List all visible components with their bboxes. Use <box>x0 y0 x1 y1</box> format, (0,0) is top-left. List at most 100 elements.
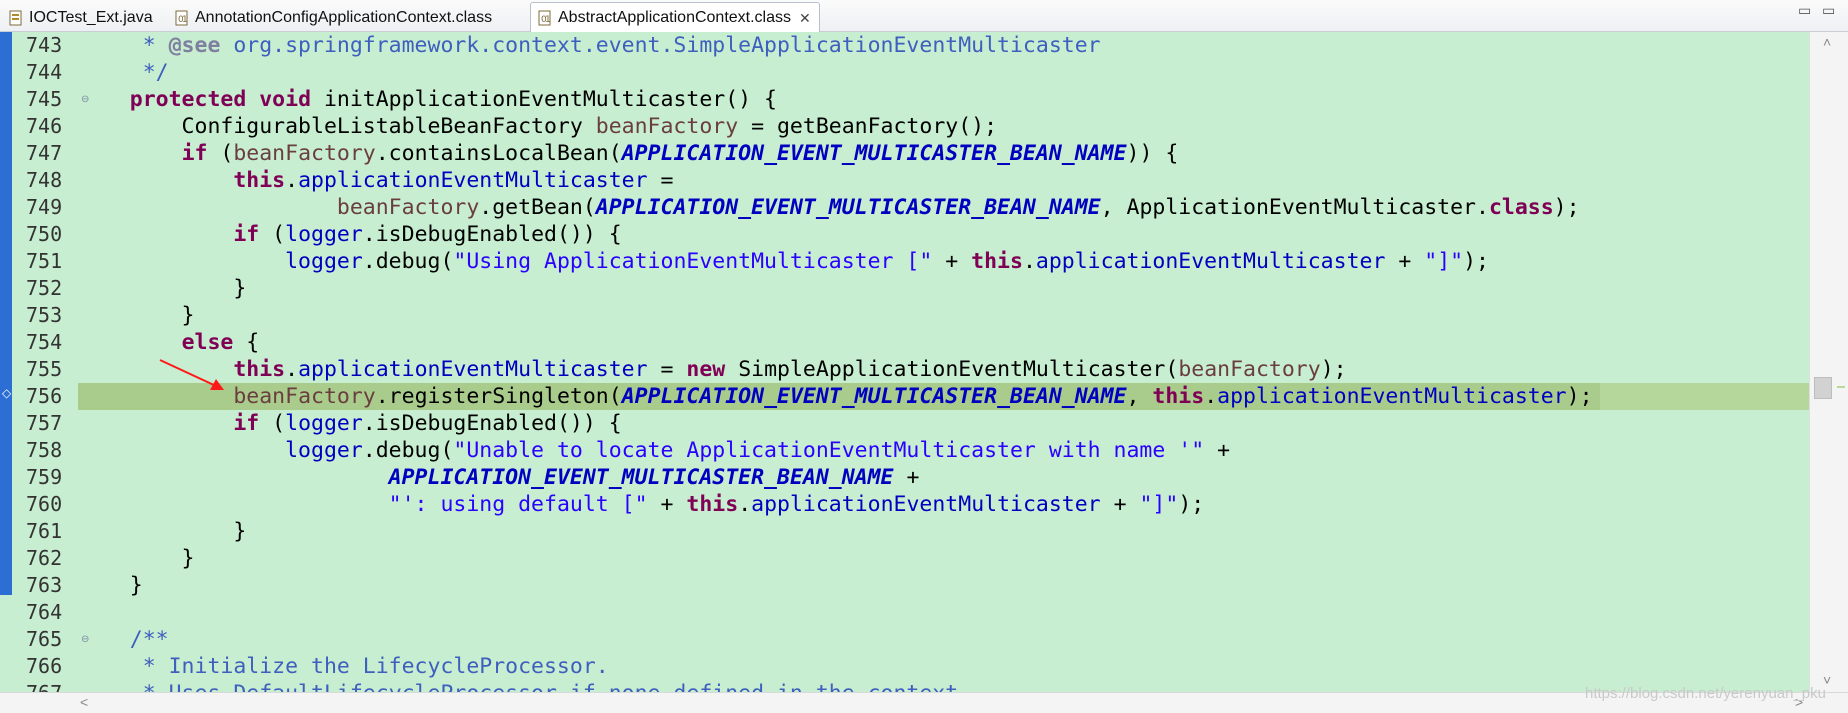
code-token: applicationEventMulticaster <box>1217 384 1567 409</box>
code-token: APPLICATION_EVENT_MULTICASTER_BEAN_NAME <box>621 141 1127 166</box>
code-token: this <box>686 492 739 517</box>
code-token: beanFactory <box>595 114 739 139</box>
vertical-scrollbar-thumb[interactable] <box>1814 377 1832 399</box>
code-line[interactable]: * @see org.springframework.context.event… <box>78 32 1101 59</box>
maximize-icon[interactable]: ▭ <box>1822 2 1835 19</box>
code-token: /** <box>78 627 169 652</box>
code-token: new <box>686 357 726 382</box>
line-number: 757 <box>26 411 63 435</box>
code-token: applicationEventMulticaster <box>298 168 648 193</box>
code-token: APPLICATION_EVENT_MULTICASTER_BEAN_NAME <box>595 195 1101 220</box>
code-token: ConfigurableListableBeanFactory <box>78 114 596 139</box>
code-token: ( <box>259 411 286 436</box>
watermark: https://blog.csdn.net/yerenyuan_pku <box>1585 685 1826 702</box>
code-token: } <box>78 573 143 598</box>
code-token: "]" <box>1424 249 1464 274</box>
code-line[interactable]: if (beanFactory.containsLocalBean(APPLIC… <box>78 140 1179 167</box>
line-number: 743 <box>26 33 63 57</box>
code-token: * Initialize the LifecycleProcessor. <box>78 654 609 679</box>
code-line[interactable]: } <box>78 275 246 302</box>
code-token: . <box>285 168 299 193</box>
code-token: this <box>233 357 286 382</box>
code-token: .debug( <box>362 438 454 463</box>
code-token: "Unable to locate ApplicationEventMultic… <box>453 438 1205 463</box>
code-token: .containsLocalBean( <box>375 141 622 166</box>
code-token: protected <box>129 87 247 112</box>
code-token: .getBean( <box>479 195 596 220</box>
code-token: + <box>1204 438 1231 463</box>
code-line[interactable]: */ <box>78 59 169 86</box>
line-number: 758 <box>26 438 63 462</box>
line-number: 749 <box>26 195 63 219</box>
close-icon[interactable]: ✕ <box>799 10 811 27</box>
code-line[interactable]: } <box>78 302 195 329</box>
code-line[interactable]: beanFactory.getBean(APPLICATION_EVENT_MU… <box>78 194 1580 221</box>
code-token: , <box>1126 384 1153 409</box>
code-token: else <box>181 330 234 355</box>
code-token: } <box>78 276 247 301</box>
code-line[interactable]: logger.debug("Using ApplicationEventMult… <box>78 248 1489 275</box>
code-line[interactable]: } <box>78 518 246 545</box>
line-number: 747 <box>26 141 63 165</box>
minimize-icon[interactable]: ▭ <box>1798 2 1811 19</box>
code-token: } <box>78 546 195 571</box>
code-token: = <box>647 168 674 193</box>
code-line[interactable]: } <box>78 545 195 572</box>
tab-abstract-application-context[interactable]: 01 AbstractApplicationContext.class ✕ <box>530 2 820 33</box>
code-token: class <box>1488 195 1554 220</box>
vertical-scrollbar[interactable]: ˄ ˅ <box>1809 32 1848 692</box>
horizontal-scrollbar[interactable]: < > <box>0 692 1848 713</box>
code-line[interactable]: "': using default [" + this.applicationE… <box>78 491 1205 518</box>
code-token: } <box>78 303 195 328</box>
code-line[interactable]: logger.debug("Unable to locate Applicati… <box>78 437 1230 464</box>
code-line[interactable]: if (logger.isDebugEnabled()) { <box>78 410 621 437</box>
code-line[interactable]: * Initialize the LifecycleProcessor. <box>78 653 609 680</box>
line-number: 765 <box>26 627 63 651</box>
line-number: 744 <box>26 60 63 84</box>
code-token: ); <box>1553 195 1580 220</box>
code-token: this <box>1152 384 1205 409</box>
line-number: 751 <box>26 249 63 273</box>
code-token: + <box>1385 249 1425 274</box>
tab-ioctest-ext-java[interactable]: IOCTest_Ext.java <box>2 3 161 32</box>
code-token: logger <box>285 411 363 436</box>
code-area[interactable]: * @see org.springframework.context.event… <box>78 32 1809 706</box>
code-line[interactable]: this.applicationEventMulticaster = <box>78 167 673 194</box>
code-token: = <box>647 357 687 382</box>
code-token: "': using default [" <box>388 492 648 517</box>
code-token: . <box>1022 249 1036 274</box>
code-line[interactable]: protected void initApplicationEventMulti… <box>78 86 777 113</box>
code-line[interactable]: } <box>78 572 143 599</box>
code-token: } <box>78 519 247 544</box>
code-line[interactable]: beanFactory.registerSingleton(APPLICATIO… <box>78 383 1592 410</box>
code-line[interactable]: APPLICATION_EVENT_MULTICASTER_BEAN_NAME … <box>78 464 920 491</box>
code-line[interactable]: /** <box>78 626 169 653</box>
code-token: { <box>1152 141 1179 166</box>
code-token: ( <box>259 222 286 247</box>
code-token: beanFactory <box>233 384 376 409</box>
line-number: 755 <box>26 357 63 381</box>
code-token: .registerSingleton( <box>375 384 622 409</box>
red-arrow-annotation <box>159 359 224 390</box>
code-token: + <box>647 492 687 517</box>
code-line[interactable]: this.applicationEventMulticaster = new S… <box>78 356 1347 383</box>
line-number: 753 <box>26 303 63 327</box>
code-line[interactable]: else { <box>78 329 260 356</box>
tab-annotation-config-application-context[interactable]: 01 AnnotationConfigApplicationContext.cl… <box>168 3 500 32</box>
scroll-up-icon[interactable]: ˄ <box>1823 34 1831 50</box>
code-token: ); <box>1178 492 1205 517</box>
code-token: + <box>893 465 920 490</box>
svg-text:1: 1 <box>545 15 551 25</box>
code-line[interactable]: if (logger.isDebugEnabled()) { <box>78 221 621 248</box>
code-line[interactable]: ConfigurableListableBeanFactory beanFact… <box>78 113 998 140</box>
code-token: ); <box>1320 357 1347 382</box>
line-number: 748 <box>26 168 63 192</box>
code-token: this <box>233 168 286 193</box>
line-number-gutter: 743 744 745 ⊖ 746 747 748 749 750 751 752 753 754 755… <box>12 32 89 705</box>
line-number: 756 <box>26 384 63 408</box>
scroll-left-icon[interactable]: < <box>80 694 88 710</box>
